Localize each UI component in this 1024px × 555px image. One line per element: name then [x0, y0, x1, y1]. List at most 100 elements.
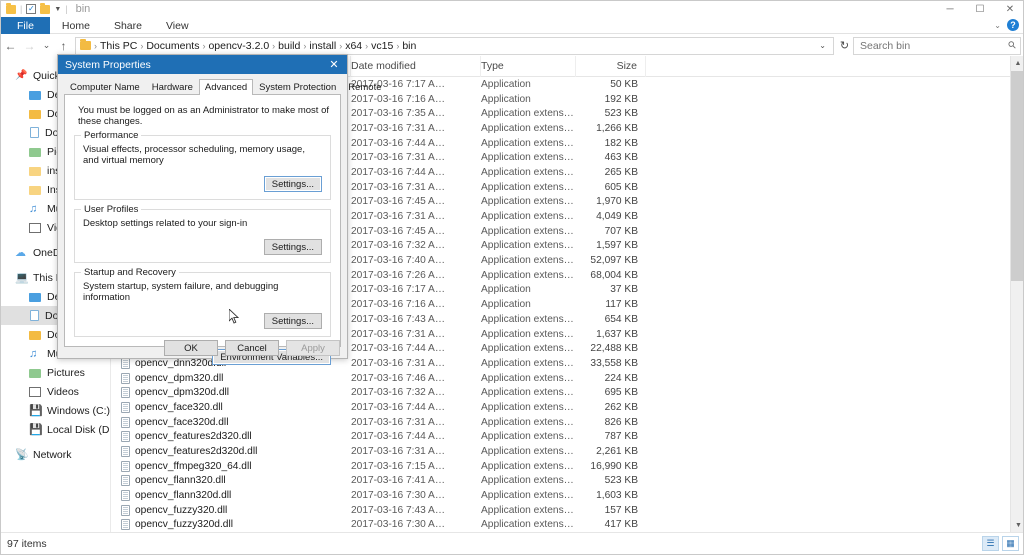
date-modified-cell: 2017-03-16 7:44 A… [351, 137, 446, 149]
file-type-cell: Application [481, 93, 531, 105]
breadcrumb-item-documents[interactable]: Documents [144, 40, 201, 52]
sidebar-item-pc-pictures[interactable]: Pictures [1, 363, 110, 382]
scrollbar-thumb[interactable] [1011, 71, 1023, 281]
file-type-cell: Application extens… [481, 166, 574, 178]
dll-file-icon [121, 431, 130, 443]
dll-file-icon [121, 372, 130, 384]
search-input[interactable] [858, 38, 1009, 53]
tab-view[interactable]: View [154, 17, 201, 34]
minimize-button[interactable]: ─ [935, 1, 965, 17]
chevron-down-icon[interactable]: ⌄ [815, 41, 830, 50]
table-row[interactable]: opencv_ffmpeg320_64.dll 2017-03-16 7:15 A… [111, 459, 1023, 474]
file-type-cell: Application extens… [481, 387, 574, 399]
dialog-tab-system-protection[interactable]: System Protection [253, 79, 342, 94]
table-row[interactable]: opencv_flann320d.dll 2017-03-16 7:30 A… Ap… [111, 488, 1023, 503]
checkbox-icon[interactable]: ✓ [26, 4, 37, 14]
performance-group-title: Performance [81, 130, 142, 141]
folder-icon[interactable] [40, 2, 51, 14]
date-modified-cell: 2017-03-16 7:31 A… [351, 416, 446, 428]
table-row[interactable]: opencv_fuzzy320d.dll 2017-03-16 7:30 A… Ap… [111, 518, 1023, 533]
column-header-type[interactable]: Type [481, 56, 576, 77]
sidebar-item-local-disk-d[interactable]: 💾 Local Disk (D:) [1, 420, 110, 439]
back-button[interactable]: ← [1, 36, 20, 55]
ok-button[interactable]: OK [164, 340, 218, 356]
file-type-cell: Application extens… [481, 152, 574, 164]
recent-locations-button[interactable]: ⌄ [39, 36, 54, 55]
sidebar-item-pc-videos[interactable]: Videos [1, 382, 110, 401]
breadcrumb-item-install[interactable]: install [307, 40, 338, 52]
file-size-cell: 52,097 KB [590, 255, 638, 267]
user-profiles-description: Desktop settings related to your sign-in [83, 218, 248, 229]
scroll-up-icon[interactable]: ▲ [1011, 56, 1023, 71]
file-name-cell: opencv_dpm320d.dll [111, 387, 351, 399]
file-size-cell: 68,004 KB [590, 269, 638, 281]
sidebar-item-network[interactable]: 📡 Network [1, 445, 110, 464]
file-type-cell: Application extens… [481, 122, 574, 134]
table-row[interactable]: opencv_features2d320d.dll 2017-03-16 7:31… [111, 444, 1023, 459]
file-type-cell: Application extens… [481, 504, 574, 516]
file-size-cell: 2,261 KB [596, 446, 638, 458]
tab-file[interactable]: File [1, 17, 50, 34]
toolbar-divider: | [65, 4, 68, 14]
window-title: bin [75, 3, 91, 15]
dialog-tab-remote[interactable]: Remote [342, 79, 387, 94]
close-button[interactable]: ✕ [995, 1, 1023, 17]
pictures-icon [29, 369, 41, 378]
pictures-icon [29, 148, 41, 157]
file-type-cell: Application extens… [481, 416, 574, 428]
tab-home[interactable]: Home [50, 17, 102, 34]
up-button[interactable]: ↑ [54, 36, 73, 55]
file-explorer-window: | ✓ ▼ | bin ─ ☐ ✕ File Home Share View ⌄… [0, 0, 1024, 555]
table-row[interactable]: opencv_fuzzy320.dll 2017-03-16 7:43 A… App… [111, 503, 1023, 518]
dropdown-caret-icon[interactable]: ▼ [54, 6, 61, 13]
dialog-tab-hardware[interactable]: Hardware [146, 79, 199, 94]
table-row[interactable]: opencv_face320d.dll 2017-03-16 7:31 A… App… [111, 415, 1023, 430]
table-row[interactable]: opencv_dpm320.dll 2017-03-16 7:46 A… Appli… [111, 371, 1023, 386]
cancel-button[interactable]: Cancel [225, 340, 279, 356]
folder-icon[interactable] [6, 2, 16, 14]
forward-button[interactable]: → [20, 36, 39, 55]
table-row[interactable]: opencv_dpm320d.dll 2017-03-16 7:32 A… Appl… [111, 385, 1023, 400]
table-row[interactable]: opencv_features2d320.dll 2017-03-16 7:44 … [111, 430, 1023, 445]
dialog-tab-advanced[interactable]: Advanced [198, 79, 254, 95]
maximize-button[interactable]: ☐ [965, 1, 995, 17]
breadcrumb-item-this-pc[interactable]: This PC [98, 40, 139, 52]
user-profiles-settings-button[interactable]: Settings... [263, 239, 322, 255]
user-profiles-group: User Profiles Desktop settings related t… [74, 204, 331, 263]
file-size-cell: 787 KB [604, 431, 638, 443]
search-box[interactable]: ⚲ [853, 36, 1021, 55]
breadcrumb-item-x64[interactable]: x64 [343, 40, 364, 52]
details-view-button[interactable]: ☰ [982, 536, 999, 551]
apply-button[interactable]: Apply [286, 340, 340, 356]
table-row[interactable]: opencv_flann320.dll 2017-03-16 7:41 A… App… [111, 474, 1023, 489]
vertical-scrollbar[interactable]: ▲ ▼ [1010, 56, 1023, 533]
performance-settings-button[interactable]: Settings... [263, 176, 322, 192]
tab-share[interactable]: Share [102, 17, 154, 34]
breadcrumb-item-opencv[interactable]: opencv-3.2.0 [206, 40, 271, 52]
sidebar-item-windows-c[interactable]: 💾 Windows (C:) [1, 401, 110, 420]
dialog-close-icon[interactable]: ✕ [321, 55, 347, 74]
breadcrumb-item-bin[interactable]: bin [400, 40, 418, 52]
startup-recovery-settings-button[interactable]: Settings... [263, 313, 322, 329]
folder-blue-icon [29, 91, 41, 100]
file-name-label: opencv_features2d320d.dll [135, 446, 258, 458]
chevron-down-icon[interactable]: ⌄ [994, 21, 1001, 30]
scroll-down-icon[interactable]: ▼ [1011, 518, 1023, 533]
tiles-view-button[interactable]: ▦ [1002, 536, 1019, 551]
table-row[interactable]: opencv_face320.dll 2017-03-16 7:44 A… Appl… [111, 400, 1023, 415]
refresh-icon[interactable]: ↻ [836, 37, 853, 55]
column-header-size[interactable]: Size [576, 56, 646, 77]
breadcrumb[interactable]: › This PC › Documents › opencv-3.2.0 › b… [75, 36, 834, 55]
file-type-cell: Application extens… [481, 137, 574, 149]
column-header-date[interactable]: Date modified [351, 56, 481, 77]
dialog-footer: OK Cancel Apply [58, 340, 349, 356]
dll-file-icon [121, 387, 130, 399]
dll-file-icon [121, 401, 130, 413]
dialog-tab-computer-name[interactable]: Computer Name [64, 79, 146, 94]
breadcrumb-item-vc15[interactable]: vc15 [369, 40, 395, 52]
file-type-cell: Application extens… [481, 269, 574, 281]
breadcrumb-item-build[interactable]: build [276, 40, 302, 52]
file-name-cell: opencv_features2d320.dll [111, 431, 351, 443]
file-type-cell: Application extens… [481, 401, 574, 413]
help-icon[interactable]: ? [1007, 19, 1019, 31]
